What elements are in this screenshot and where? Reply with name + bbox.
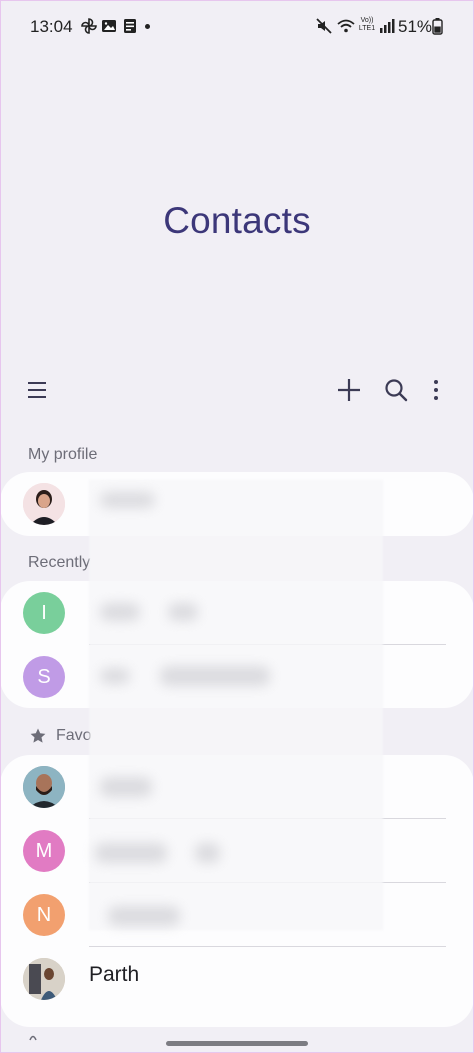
hamburger-icon[interactable]: [23, 376, 51, 404]
blurred-text: [100, 777, 152, 797]
status-time: 13:04: [30, 17, 73, 36]
more-vert-icon[interactable]: [422, 376, 450, 404]
status-bar: 13:04 Vo)) LTE1 51%: [0, 0, 474, 54]
signal-icon: [380, 19, 395, 33]
contact-avatar: M: [23, 830, 65, 872]
blurred-text: [95, 843, 167, 863]
section-recently: Recently: [28, 554, 91, 571]
scroll-indicator-icon: [29, 1035, 37, 1041]
gesture-handle[interactable]: [166, 1041, 308, 1046]
section-favorites: Favo: [56, 727, 92, 744]
blurred-text: [108, 906, 180, 926]
contact-avatar: [23, 766, 65, 808]
contact-avatar: S: [23, 656, 65, 698]
profile-photo-icon: [23, 483, 65, 525]
profile-avatar: [23, 483, 65, 525]
blurred-text: [195, 843, 220, 863]
star-icon: [30, 728, 46, 743]
blurred-text: [100, 492, 155, 508]
blurred-text: [160, 666, 270, 686]
search-icon[interactable]: [382, 376, 410, 404]
wifi-icon: [337, 19, 355, 33]
contact-photo-icon: [23, 958, 65, 1000]
blurred-text: [100, 603, 140, 621]
contact-avatar: [23, 958, 65, 1000]
notification-dot: [145, 24, 150, 29]
battery-icon: [432, 18, 443, 35]
pinwheel-icon: [81, 18, 97, 34]
blurred-text: [168, 603, 198, 621]
blurred-text: [100, 668, 130, 684]
page-title: Contacts: [163, 200, 311, 241]
contact-avatar: I: [23, 592, 65, 634]
section-my-profile: My profile: [28, 446, 98, 463]
mute-icon: [316, 18, 332, 34]
plus-icon[interactable]: [335, 376, 363, 404]
network-label: Vo)) LTE1: [358, 17, 376, 32]
battery-percent: 51%: [398, 17, 433, 36]
gallery-icon: [102, 20, 116, 32]
news-icon: [124, 19, 136, 33]
contact-photo-icon: [23, 766, 65, 808]
contact-name: Parth: [89, 963, 140, 986]
list-item[interactable]: Parth: [0, 947, 474, 1013]
contact-avatar: N: [23, 894, 65, 936]
